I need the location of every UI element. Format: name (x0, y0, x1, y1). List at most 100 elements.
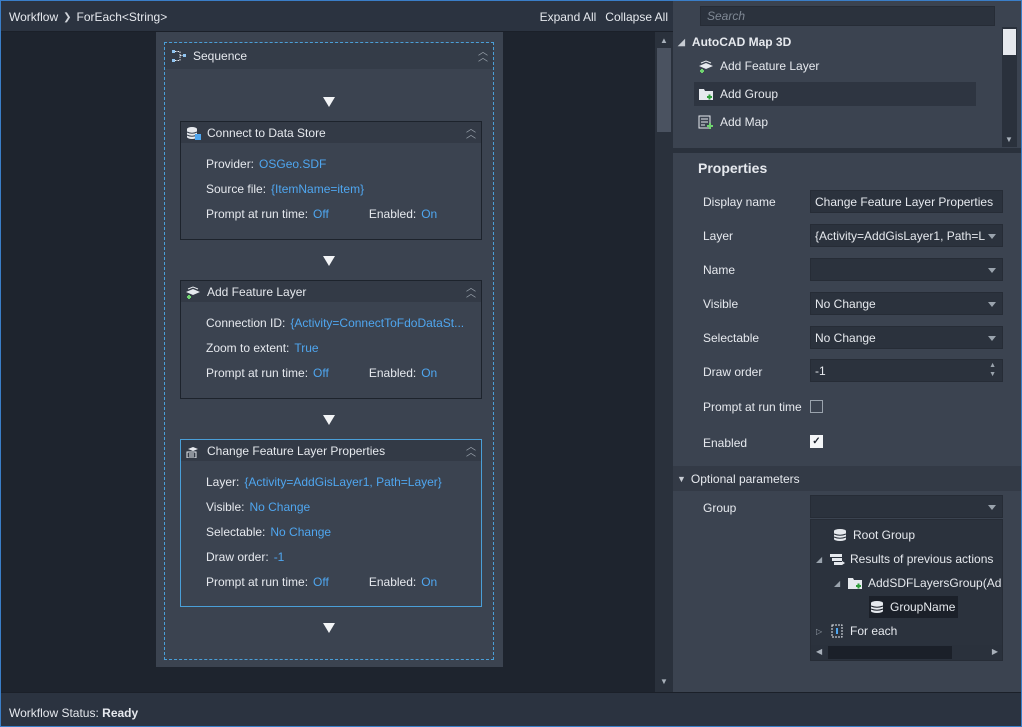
layer-select[interactable]: {Activity=AddGisLayer1, Path=L (810, 224, 1003, 247)
provider-value[interactable]: OSGeo.SDF (259, 157, 326, 171)
activity-change-feature-layer[interactable]: Change Feature Layer Properties ︿ ︿ Layer… (180, 439, 482, 607)
activity-header[interactable]: Connect to Data Store ︿ ︿ (181, 122, 481, 143)
activity-header[interactable]: Add Feature Layer ︿ ︿ (181, 281, 481, 302)
dropdown-arrow-icon (988, 234, 996, 239)
scroll-right-icon[interactable]: ▶ (992, 647, 998, 656)
collapse-all-button[interactable]: Collapse All (605, 10, 668, 24)
source-file-value[interactable]: {ItemName=item} (271, 182, 364, 196)
display-name-label: Display name (703, 195, 776, 209)
activity-header[interactable]: Change Feature Layer Properties ︿ ︿ (181, 440, 481, 461)
scrollbar-thumb[interactable] (828, 646, 952, 659)
scrollbar-thumb[interactable] (1003, 29, 1016, 55)
pane-splitter[interactable] (673, 148, 1021, 153)
scrollbar-thumb[interactable] (657, 48, 671, 132)
toolbox-item-add-map[interactable]: Add Map (694, 110, 976, 134)
tree-item-label: Root Group (853, 528, 916, 542)
prompt-value[interactable]: Off (313, 575, 329, 589)
status-label: Workflow Status: (9, 706, 99, 720)
canvas-scrollbar[interactable]: ▲ ▼ (655, 32, 673, 692)
visible-value[interactable]: No Change (249, 500, 310, 514)
stepper-arrows-icon[interactable]: ▲ ▼ (989, 361, 996, 379)
search-input[interactable]: Search (700, 6, 995, 26)
draw-order-stepper[interactable]: -1 ▲ ▼ (810, 359, 1003, 382)
selectable-select[interactable]: No Change (810, 326, 1003, 349)
prompt-value[interactable]: Off (313, 366, 329, 380)
status-bar: Workflow Status: Ready (1, 692, 1021, 726)
scroll-down-icon[interactable]: ▼ (1005, 135, 1013, 144)
scroll-left-icon[interactable]: ◀ (816, 647, 822, 656)
selectable-value[interactable]: No Change (270, 525, 331, 539)
tree-item-add-sdf-layers-group[interactable]: ◢ AddSDFLayersGroup(Ad (834, 572, 1001, 594)
toolbox-item-add-group[interactable]: Add Group (694, 82, 976, 106)
collapse-triangle-icon: ◢ (678, 36, 685, 47)
activity-add-feature-layer[interactable]: Add Feature Layer ︿ ︿ Connection ID: {Acti… (180, 280, 482, 399)
flow-arrow-icon (323, 623, 335, 633)
breadcrumb-root[interactable]: Workflow (9, 10, 58, 24)
provider-label: Provider: (206, 157, 255, 171)
change-layer-icon (185, 444, 201, 458)
enabled-value[interactable]: On (421, 207, 437, 221)
layer-label: Layer (703, 229, 734, 243)
display-name-field[interactable]: Change Feature Layer Properties (810, 190, 1003, 213)
draw-order-label: Draw order: (206, 550, 269, 564)
draw-order-label: Draw order (703, 365, 763, 379)
collapse-chevron-icon[interactable]: ︿ ︿ (466, 124, 476, 140)
name-select[interactable] (810, 258, 1003, 281)
toolbox-item-label: Add Map (720, 115, 769, 129)
toolbox-scrollbar[interactable]: ▼ (1002, 27, 1017, 147)
layer-value[interactable]: {Activity=AddGisLayer1, Path=Layer} (244, 475, 441, 489)
optional-parameters-header[interactable]: ▼ Optional parameters (673, 466, 1021, 491)
visible-label: Visible: (206, 500, 245, 514)
name-label: Name (703, 263, 736, 277)
enabled-checkbox[interactable]: ✓ (810, 435, 823, 448)
add-feature-layer-icon (698, 59, 714, 73)
expand-triangle-icon[interactable]: ◢ (834, 579, 842, 588)
database-icon (869, 600, 885, 614)
connection-id-value[interactable]: {Activity=ConnectToFdoDataSt... (290, 316, 464, 330)
sequence-header[interactable]: Sequence ︿ ︿ (165, 43, 493, 69)
collapse-chevron-icon[interactable]: ︿ ︿ (466, 442, 476, 458)
group-tree-dropdown[interactable]: Root Group ◢ Results of previous actions… (810, 519, 1003, 661)
enabled-value[interactable]: On (421, 366, 437, 380)
zoom-extent-value[interactable]: True (294, 341, 318, 355)
enabled-value[interactable]: On (421, 575, 437, 589)
activity-connect-data-store[interactable]: Connect to Data Store ︿ ︿ Provider: OSGeo.… (180, 121, 482, 240)
prompt-label: Prompt at run time: (206, 207, 309, 221)
add-group-icon (847, 576, 863, 590)
draw-order-value[interactable]: -1 (274, 550, 285, 564)
tree-item-for-each[interactable]: ▷ For each (816, 620, 897, 642)
collapse-chevron-icon[interactable]: ︿ ︿ (466, 283, 476, 299)
foreach-icon (829, 624, 845, 638)
tree-item-group-name[interactable]: GroupName (869, 596, 959, 618)
scroll-down-icon[interactable]: ▼ (660, 677, 668, 686)
zoom-extent-label: Zoom to extent: (206, 341, 290, 355)
enabled-label: Enabled (703, 436, 748, 450)
layer-select-value: {Activity=AddGisLayer1, Path=L (815, 229, 986, 243)
expand-all-button[interactable]: Expand All (540, 10, 597, 24)
sequence-activity[interactable]: Sequence ︿ ︿ Connect to Data Store ︿ ︿ Pro… (164, 42, 494, 660)
visible-select[interactable]: No Change (810, 292, 1003, 315)
selectable-label: Selectable (703, 331, 760, 345)
results-icon (829, 552, 845, 566)
toolbox-group-header[interactable]: ◢ AutoCAD Map 3D (678, 35, 791, 49)
group-select[interactable] (810, 495, 1003, 518)
database-icon (832, 528, 848, 542)
prompt-checkbox[interactable] (810, 400, 823, 413)
sequence-title: Sequence (193, 49, 248, 63)
scroll-up-icon[interactable]: ▲ (660, 36, 668, 45)
tree-item-label: GroupName (890, 600, 956, 614)
prompt-value[interactable]: Off (313, 207, 329, 221)
workflow-canvas[interactable]: Sequence ︿ ︿ Connect to Data Store ︿ ︿ Pro… (1, 32, 655, 692)
add-feature-layer-icon (185, 285, 201, 299)
tree-item-root-group[interactable]: Root Group (819, 524, 915, 546)
toolbox-item-add-feature-layer[interactable]: Add Feature Layer (694, 54, 976, 78)
collapse-chevron-icon[interactable]: ︿ ︿ (478, 48, 488, 64)
expand-triangle-icon[interactable]: ▷ (816, 627, 824, 636)
tree-item-label: AddSDFLayersGroup(Ad (868, 576, 1002, 590)
prompt-label: Prompt at run time: (206, 575, 309, 589)
status-value: Ready (102, 706, 139, 720)
dropdown-arrow-icon (988, 268, 996, 273)
tree-item-results[interactable]: ◢ Results of previous actions (816, 548, 993, 570)
expand-triangle-icon[interactable]: ◢ (816, 555, 824, 564)
tree-horizontal-scrollbar[interactable]: ◀ ▶ (811, 645, 1002, 660)
